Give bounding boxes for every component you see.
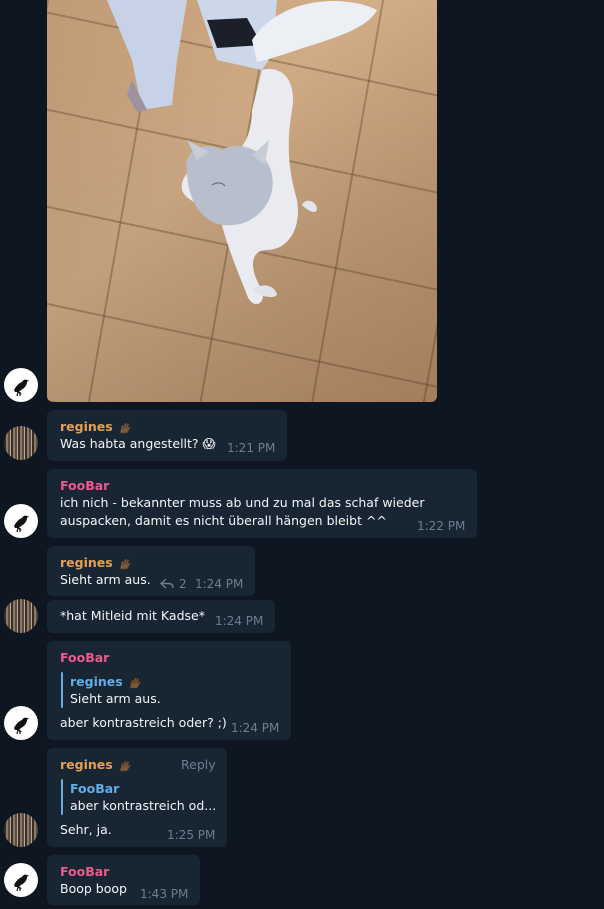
message-bubble-4[interactable]: *hat Mitleid mit Kadse* 1:24 PM bbox=[47, 600, 275, 633]
message-text-line-2: auspacken, damit es nicht überall hängen… bbox=[60, 513, 387, 528]
quote-sender[interactable]: FooBar bbox=[70, 781, 119, 796]
sender-name[interactable]: regines bbox=[60, 419, 133, 435]
waving-hand-icon bbox=[117, 421, 133, 435]
reply-count[interactable]: 2 bbox=[179, 577, 187, 591]
message-time: 1:24 PM bbox=[231, 721, 280, 735]
cat-photo[interactable] bbox=[47, 0, 437, 402]
bird-avatar-icon bbox=[4, 368, 38, 402]
bird-avatar-icon bbox=[4, 863, 38, 897]
reply-arrow-icon[interactable] bbox=[160, 578, 174, 590]
message-bubble-7[interactable]: FooBar Boop boop 1:43 PM bbox=[47, 855, 200, 905]
foobar-avatar[interactable] bbox=[4, 706, 38, 740]
waving-hand-icon bbox=[127, 676, 143, 690]
message-time: 1:25 PM bbox=[167, 828, 216, 842]
quote-sender[interactable]: regines bbox=[70, 674, 143, 690]
message-text: Was habta angestellt? 😱 bbox=[60, 436, 216, 451]
regines-avatar[interactable] bbox=[4, 426, 38, 460]
regines-avatar[interactable] bbox=[4, 813, 38, 847]
quote-bar bbox=[61, 672, 63, 708]
message-text: aber kontrastreich oder? ;) bbox=[60, 715, 227, 730]
bird-avatar-icon bbox=[4, 504, 38, 538]
waving-hand-icon bbox=[117, 557, 133, 571]
message-bubble-1[interactable]: regines Was habta angestellt? 😱 1:21 PM bbox=[47, 410, 287, 461]
message-bubble-2[interactable]: FooBar ich nich - bekannter muss ab und … bbox=[47, 469, 477, 538]
foobar-avatar[interactable] bbox=[4, 368, 38, 402]
message-time: 1:21 PM bbox=[227, 441, 276, 455]
waving-hand-icon bbox=[117, 759, 133, 773]
quote-text: Sieht arm aus. bbox=[70, 691, 161, 706]
foobar-avatar[interactable] bbox=[4, 863, 38, 897]
sender-name[interactable]: FooBar bbox=[60, 478, 109, 493]
sender-name[interactable]: FooBar bbox=[60, 864, 109, 879]
message-time: 1:22 PM bbox=[417, 519, 466, 533]
sender-name[interactable]: regines bbox=[60, 555, 133, 571]
foobar-avatar[interactable] bbox=[4, 504, 38, 538]
message-bubble-5[interactable]: FooBar regines Sieht arm aus. aber kontr… bbox=[47, 641, 291, 740]
message-text: *hat Mitleid mit Kadse* bbox=[60, 608, 205, 623]
message-bubble-6[interactable]: regines Reply FooBar aber kontrastreich … bbox=[47, 748, 227, 847]
sender-name[interactable]: regines bbox=[60, 757, 133, 773]
sender-name[interactable]: FooBar bbox=[60, 650, 109, 665]
message-text: Sieht arm aus. bbox=[60, 572, 151, 587]
regines-avatar[interactable] bbox=[4, 599, 38, 633]
cat-photo-illustration bbox=[107, 0, 377, 305]
message-text: Sehr, ja. bbox=[60, 822, 112, 837]
quote-bar bbox=[61, 779, 63, 815]
message-text-line-1: ich nich - bekannter muss ab und zu mal … bbox=[60, 495, 425, 510]
message-time: 1:43 PM bbox=[140, 887, 189, 901]
message-text: Boop boop bbox=[60, 881, 127, 896]
bird-avatar-icon bbox=[4, 706, 38, 740]
quote-text: aber kontrastreich od... bbox=[70, 798, 217, 813]
reply-button[interactable]: Reply bbox=[181, 757, 216, 772]
message-time: 1:24 PM bbox=[195, 577, 244, 591]
message-time: 1:24 PM bbox=[215, 614, 264, 628]
message-bubble-3[interactable]: regines Sieht arm aus. 2 1:24 PM bbox=[47, 546, 255, 596]
